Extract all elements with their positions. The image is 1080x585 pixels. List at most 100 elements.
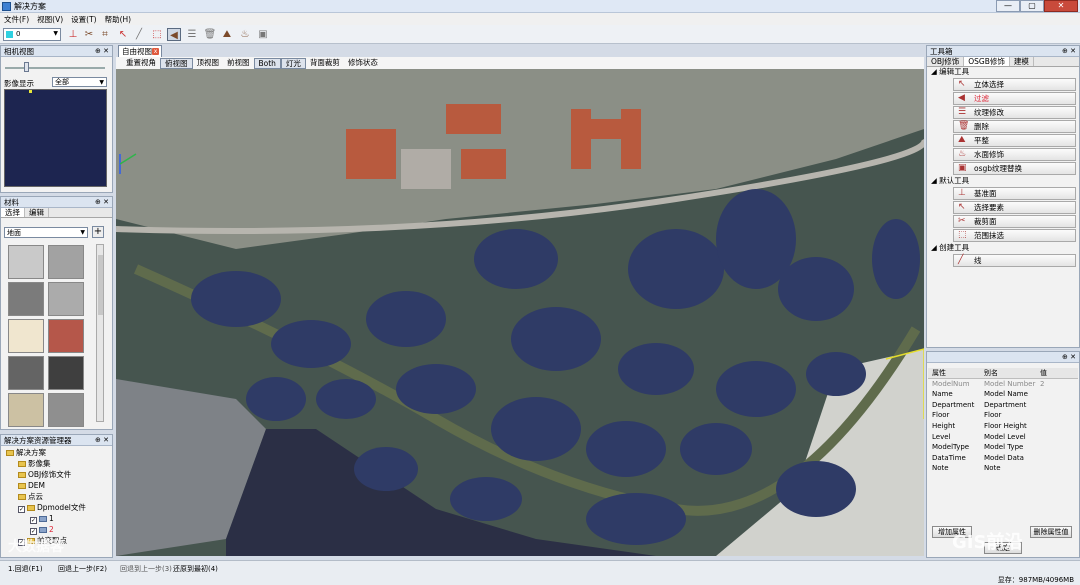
table-row[interactable]: Height Floor Height (928, 421, 1078, 432)
material-swatch[interactable] (8, 319, 44, 353)
view-toolbar-button[interactable]: Both (253, 58, 281, 69)
tree-item[interactable]: ✓ Dpmodel文件 (2, 502, 112, 513)
tool-button[interactable]: ☰ 纹理修改 (953, 106, 1076, 119)
tree-item[interactable]: OBJ修饰文件 (2, 469, 112, 480)
material-swatch[interactable] (8, 356, 44, 390)
camera-slider-track[interactable] (5, 67, 105, 69)
tool-button[interactable]: ↖ 选择要素 (953, 201, 1076, 214)
tool-button[interactable]: ♨ 水面修饰 (953, 148, 1076, 161)
pin-close-icon[interactable]: ⊕ ✕ (1062, 352, 1076, 363)
view-toolbar-button[interactable]: 重置视角 (122, 57, 160, 69)
material-swatch[interactable] (48, 356, 84, 390)
table-row[interactable]: Name Model Name (928, 389, 1078, 400)
collapse-icon[interactable]: ◢ (931, 243, 939, 252)
pin-close-icon[interactable]: ⊕ ✕ (95, 197, 109, 208)
aerial-model-render[interactable] (116, 69, 924, 556)
pencil-icon[interactable]: ╱ (132, 28, 146, 41)
material-swatch[interactable] (48, 282, 84, 316)
view-toolbar-button[interactable]: 灯光 (280, 58, 306, 69)
trash-icon[interactable]: 🗑 (203, 28, 217, 41)
table-row[interactable]: Floor Floor (928, 410, 1078, 421)
pin-close-icon[interactable]: ⊕ ✕ (1062, 46, 1076, 57)
filter-icon[interactable]: ◀ (167, 28, 181, 41)
undo-f1-button[interactable]: 1.回退(F1) (8, 564, 43, 574)
water-icon[interactable]: ♨ (238, 28, 252, 41)
camera-slider-thumb[interactable] (24, 62, 29, 72)
box-select-icon[interactable]: ⬚ (150, 28, 164, 41)
tree-item[interactable]: 影像集 (2, 458, 112, 469)
tool-button[interactable]: ╱ 线 (953, 254, 1076, 267)
pick-point-icon[interactable]: ⊥ (66, 28, 80, 41)
checkbox-icon[interactable]: ✓ (30, 528, 37, 535)
table-cell[interactable] (1040, 442, 1070, 453)
tree-item[interactable]: ✓ 1 (2, 513, 112, 524)
tool-button[interactable]: ↖ 立体选择 (953, 78, 1076, 91)
texture-replace-icon[interactable]: ▣ (256, 28, 270, 41)
material-swatch[interactable] (8, 282, 44, 316)
toolbox-section-title[interactable]: ◢ 创建工具 (927, 243, 1079, 253)
tool-button[interactable]: ⊥ 基准面 (953, 187, 1076, 200)
table-cell[interactable] (1040, 400, 1070, 411)
tool-button[interactable]: ▣ osgb纹理替换 (953, 162, 1076, 175)
tab-obj-edit[interactable]: OBJ修饰 (927, 57, 965, 66)
material-swatch[interactable] (48, 393, 84, 427)
table-row[interactable]: Note Note (928, 463, 1078, 474)
table-row[interactable]: Level Model Level (928, 432, 1078, 443)
menu-help[interactable]: 帮助(H) (101, 13, 136, 25)
tab-osgb-edit[interactable]: OSGB修饰 (964, 57, 1010, 66)
tree-item[interactable]: 解决方案 (2, 447, 112, 458)
tree-item[interactable]: DEM (2, 480, 112, 491)
pin-close-icon[interactable]: ⊕ ✕ (95, 46, 109, 57)
maximize-button[interactable]: ▢ (1020, 0, 1044, 12)
material-swatch[interactable] (8, 393, 44, 427)
material-swatch[interactable] (48, 245, 84, 279)
layer-select[interactable]: 0 ▼ (3, 28, 61, 41)
material-category-select[interactable]: 地面 ▼ (4, 227, 88, 238)
material-scrollbar[interactable] (96, 244, 104, 422)
restore-initial-button[interactable]: 还原到最初(4) (173, 564, 218, 574)
view-toolbar-button[interactable]: 修饰状态 (344, 57, 382, 69)
tab-modeling[interactable]: 建模 (1010, 57, 1034, 66)
view-toolbar-button[interactable]: 俯视图 (160, 58, 193, 69)
table-row[interactable]: DataTime Model Data (928, 453, 1078, 464)
material-scroll-thumb[interactable] (98, 255, 103, 315)
tab-select[interactable]: 选择 (1, 208, 25, 217)
table-row[interactable]: Department Department (928, 400, 1078, 411)
tool-button[interactable]: ⛰ 平整 (953, 134, 1076, 147)
minimize-button[interactable]: — (996, 0, 1020, 12)
tab-free-view[interactable]: 自由视图 x (118, 45, 162, 57)
tool-button[interactable]: 🗑 删除 (953, 120, 1076, 133)
3d-viewport[interactable] (116, 69, 924, 556)
undo-step-button[interactable]: 回退上一步(F2) (58, 564, 107, 574)
tool-button[interactable]: ⬚ 范围抹选 (953, 229, 1076, 242)
table-cell[interactable] (1040, 432, 1070, 443)
toolbox-section-title[interactable]: ◢ 编辑工具 (927, 67, 1079, 77)
pin-close-icon[interactable]: ⊕ ✕ (95, 435, 109, 446)
collapse-icon[interactable]: ◢ (931, 176, 939, 185)
tree-item[interactable]: 点云 (2, 491, 112, 502)
collapse-icon[interactable]: ◢ (931, 67, 939, 76)
material-swatch[interactable] (8, 245, 44, 279)
multi-select-icon[interactable]: ⌗ (98, 28, 112, 41)
table-cell[interactable] (1040, 410, 1070, 421)
table-row[interactable]: ModelType Model Type (928, 442, 1078, 453)
checkbox-icon[interactable]: ✓ (30, 517, 37, 524)
menu-view[interactable]: 视图(V) (33, 13, 67, 25)
delete-attribute-button[interactable]: 删除属性值 (1030, 526, 1072, 538)
tool-button[interactable]: ◀ 过滤 (953, 92, 1076, 105)
toolbox-section-title[interactable]: ◢ 默认工具 (927, 176, 1079, 186)
view-toolbar-button[interactable]: 顶视图 (193, 57, 224, 69)
table-cell[interactable] (1040, 453, 1070, 464)
table-cell[interactable] (1040, 463, 1070, 474)
scissors-icon[interactable]: ✂ (82, 28, 96, 41)
close-icon[interactable]: x (152, 48, 159, 55)
table-cell[interactable] (1040, 389, 1070, 400)
tab-edit[interactable]: 编辑 (25, 208, 49, 217)
image-display-select[interactable]: 全部 ▼ (52, 77, 107, 87)
add-material-button[interactable]: + (92, 226, 104, 238)
tree-item[interactable]: ✓ 2 (2, 524, 112, 535)
undo-last-button[interactable]: 回退到上一步(3) (120, 564, 172, 574)
menu-file[interactable]: 文件(F) (0, 13, 33, 25)
tool-button[interactable]: ✂ 裁剪面 (953, 215, 1076, 228)
select-arrow-icon[interactable]: ↖ (116, 28, 130, 41)
